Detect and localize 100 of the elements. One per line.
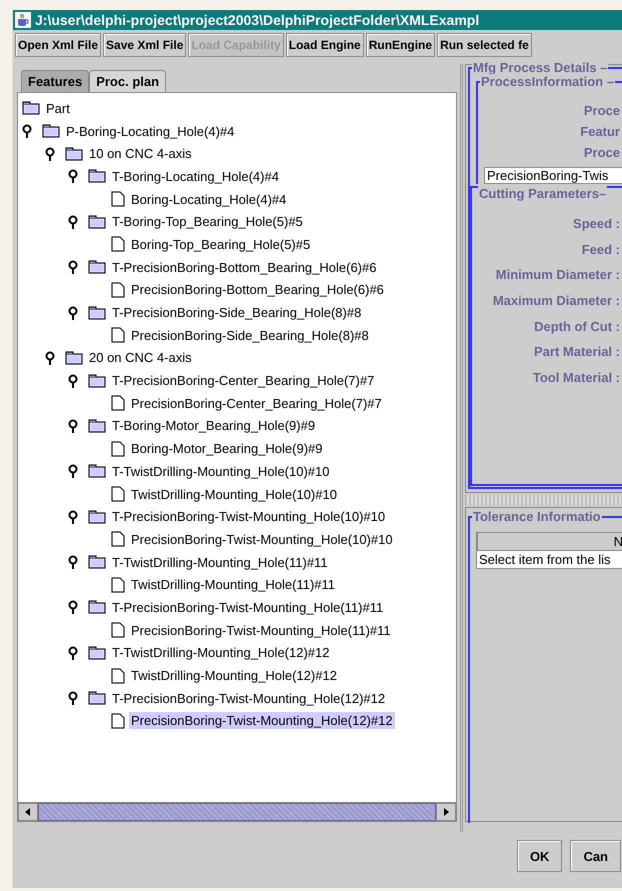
folder-icon xyxy=(88,600,106,614)
group-title: Tolerance Informatio xyxy=(472,509,602,524)
document-icon xyxy=(111,440,125,457)
document-icon xyxy=(111,327,125,344)
field-label: Part Material : xyxy=(533,343,621,362)
field-label: Featur xyxy=(579,124,621,141)
tree-item[interactable]: T-PrecisionBoring-Bottom_Bearing_Hole(6)#6 xyxy=(110,258,378,276)
expanded-handle-icon[interactable] xyxy=(68,464,78,478)
expanded-handle-icon[interactable] xyxy=(68,169,78,184)
tree-item[interactable]: Boring-Motor_Bearing_Hole(9)#9 xyxy=(129,440,324,458)
tree-item[interactable]: T-TwistDrilling-Mounting_Hole(10)#10 xyxy=(110,462,332,480)
document-icon xyxy=(111,191,125,208)
field-label: Depth of Cut : xyxy=(533,318,621,336)
table-cell: Select item from the lis xyxy=(477,551,622,569)
expanded-handle-icon[interactable] xyxy=(68,260,78,274)
tree-item[interactable]: PrecisionBoring-Center_Bearing_Hole(7)#7 xyxy=(129,394,384,412)
group-title: Cutting Parameters– xyxy=(478,186,608,201)
tree-item[interactable]: 20 on CNC 4-axis xyxy=(87,349,194,366)
expanded-handle-icon[interactable] xyxy=(68,374,78,388)
field-label: Tool Material : xyxy=(532,368,621,387)
expanded-handle-icon[interactable] xyxy=(68,214,78,229)
document-icon xyxy=(111,486,125,502)
expanded-handle-icon[interactable] xyxy=(22,124,32,138)
tree-item[interactable]: T-Boring-Top_Bearing_Hole(5)#5 xyxy=(110,213,305,230)
tree-item[interactable]: PrecisionBoring-Bottom_Bearing_Hole(6)#6 xyxy=(129,281,386,298)
tree-item[interactable]: T-PrecisionBoring-Side_Bearing_Hole(8)#8 xyxy=(110,304,364,322)
folder-icon xyxy=(88,418,106,433)
document-icon xyxy=(111,282,125,298)
field-label: Maximum Diameter : xyxy=(492,292,621,310)
tree-item[interactable]: T-PrecisionBoring-Twist-Mounting_Hole(11)#11 xyxy=(110,598,386,616)
group-title: ProcessInformation – xyxy=(480,74,615,89)
expanded-handle-icon[interactable] xyxy=(68,510,78,524)
toolbar-button[interactable]: Run selected fe xyxy=(437,33,532,57)
field-label: Proce xyxy=(582,103,621,120)
tree-item[interactable]: PrecisionBoring-Side_Bearing_Hole(8)#8 xyxy=(129,326,371,344)
tree-item[interactable]: TwistDrilling-Mounting_Hole(11)#11 xyxy=(129,576,337,594)
folder-icon xyxy=(88,374,106,388)
field-label: Minimum Diameter : xyxy=(494,266,621,284)
folder-icon xyxy=(42,124,60,138)
expanded-handle-icon[interactable] xyxy=(68,306,78,320)
tree-item[interactable]: T-PrecisionBoring-Center_Bearing_Hole(7)#7 xyxy=(110,372,376,390)
horizontal-scrollbar[interactable] xyxy=(18,802,456,821)
folder-icon xyxy=(88,464,106,478)
tree-item[interactable]: P-Boring-Locating_Hole(4)#4 xyxy=(64,122,236,140)
expanded-handle-icon[interactable] xyxy=(68,418,78,433)
tree-item[interactable]: T-TwistDrilling-Mounting_Hole(11)#11 xyxy=(110,554,330,571)
tree-item[interactable]: T-Boring-Motor_Bearing_Hole(9)#9 xyxy=(110,417,318,434)
expanded-handle-icon[interactable] xyxy=(68,555,78,570)
tree-item[interactable]: T-TwistDrilling-Mounting_Hole(12)#12 xyxy=(110,644,332,662)
folder-icon xyxy=(22,101,40,116)
coffee-cup-icon xyxy=(15,12,31,28)
folder-icon xyxy=(88,691,106,706)
tab[interactable]: Features xyxy=(21,70,90,92)
tree-item[interactable]: T-PrecisionBoring-Twist-Mounting_Hole(12)#12 xyxy=(110,690,388,707)
document-icon xyxy=(111,712,125,729)
tree-item[interactable]: PrecisionBoring-Twist-Mounting_Hole(12)#12 xyxy=(129,712,395,730)
tree-item[interactable]: TwistDrilling-Mounting_Hole(10)#10 xyxy=(129,486,339,503)
folder-icon xyxy=(88,646,106,660)
expanded-handle-icon[interactable] xyxy=(68,691,78,706)
folder-icon xyxy=(88,214,106,229)
field-label: Proce xyxy=(582,145,621,162)
tree-item[interactable]: Boring-Top_Bearing_Hole(5)#5 xyxy=(129,236,312,253)
expanded-handle-icon[interactable] xyxy=(45,146,55,161)
splitter-handle[interactable] xyxy=(465,495,622,505)
toolbar-button[interactable]: Save Xml File xyxy=(103,33,186,57)
column-header[interactable]: N xyxy=(477,532,622,551)
tree-item[interactable]: 10 on CNC 4-axis xyxy=(87,145,194,162)
tree-item[interactable]: Part xyxy=(44,100,72,117)
field-label: Feed : xyxy=(580,240,621,259)
tree-item[interactable]: PrecisionBoring-Twist-Mounting_Hole(10)#10 xyxy=(129,530,395,548)
folder-icon xyxy=(65,146,83,161)
tab[interactable]: Proc. plan xyxy=(89,70,166,92)
field-label: Speed : xyxy=(572,215,621,234)
dialog-button[interactable]: OK xyxy=(516,840,562,872)
document-icon xyxy=(111,622,125,638)
expanded-handle-icon[interactable] xyxy=(68,646,78,660)
folder-icon xyxy=(88,510,106,524)
document-icon xyxy=(111,236,125,252)
group-title: Mfg Process Details – xyxy=(472,60,608,75)
document-icon xyxy=(111,531,125,548)
tree-item[interactable]: Boring-Locating_Hole(4)#4 xyxy=(129,190,288,208)
folder-icon xyxy=(88,260,106,274)
expanded-handle-icon[interactable] xyxy=(68,600,78,614)
tree-item[interactable]: T-PrecisionBoring-Twist-Mounting_Hole(10)#10 xyxy=(110,508,388,526)
document-icon xyxy=(111,576,125,593)
folder-icon xyxy=(65,350,83,365)
window-title: J:\user\delphi-project\project2003\DelphiProjectFolder\XMLExampl xyxy=(35,12,480,28)
folder-icon xyxy=(88,169,106,184)
expanded-handle-icon[interactable] xyxy=(45,350,55,365)
tree-item[interactable]: TwistDrilling-Mounting_Hole(12)#12 xyxy=(129,667,339,684)
tree-item[interactable]: PrecisionBoring-Twist-Mounting_Hole(11)#11 xyxy=(129,622,393,639)
toolbar-button[interactable]: RunEngine xyxy=(366,33,436,57)
toolbar-button[interactable]: Load Engine xyxy=(286,33,364,57)
dialog-button[interactable]: Can xyxy=(570,840,621,872)
document-icon xyxy=(111,395,125,412)
folder-icon xyxy=(88,306,106,320)
tree-item[interactable]: T-Boring-Locating_Hole(4)#4 xyxy=(110,168,281,185)
process-field[interactable]: PrecisionBoring-Twis xyxy=(484,167,622,184)
toolbar-button[interactable]: Open Xml File xyxy=(15,33,102,57)
document-icon xyxy=(111,668,125,684)
